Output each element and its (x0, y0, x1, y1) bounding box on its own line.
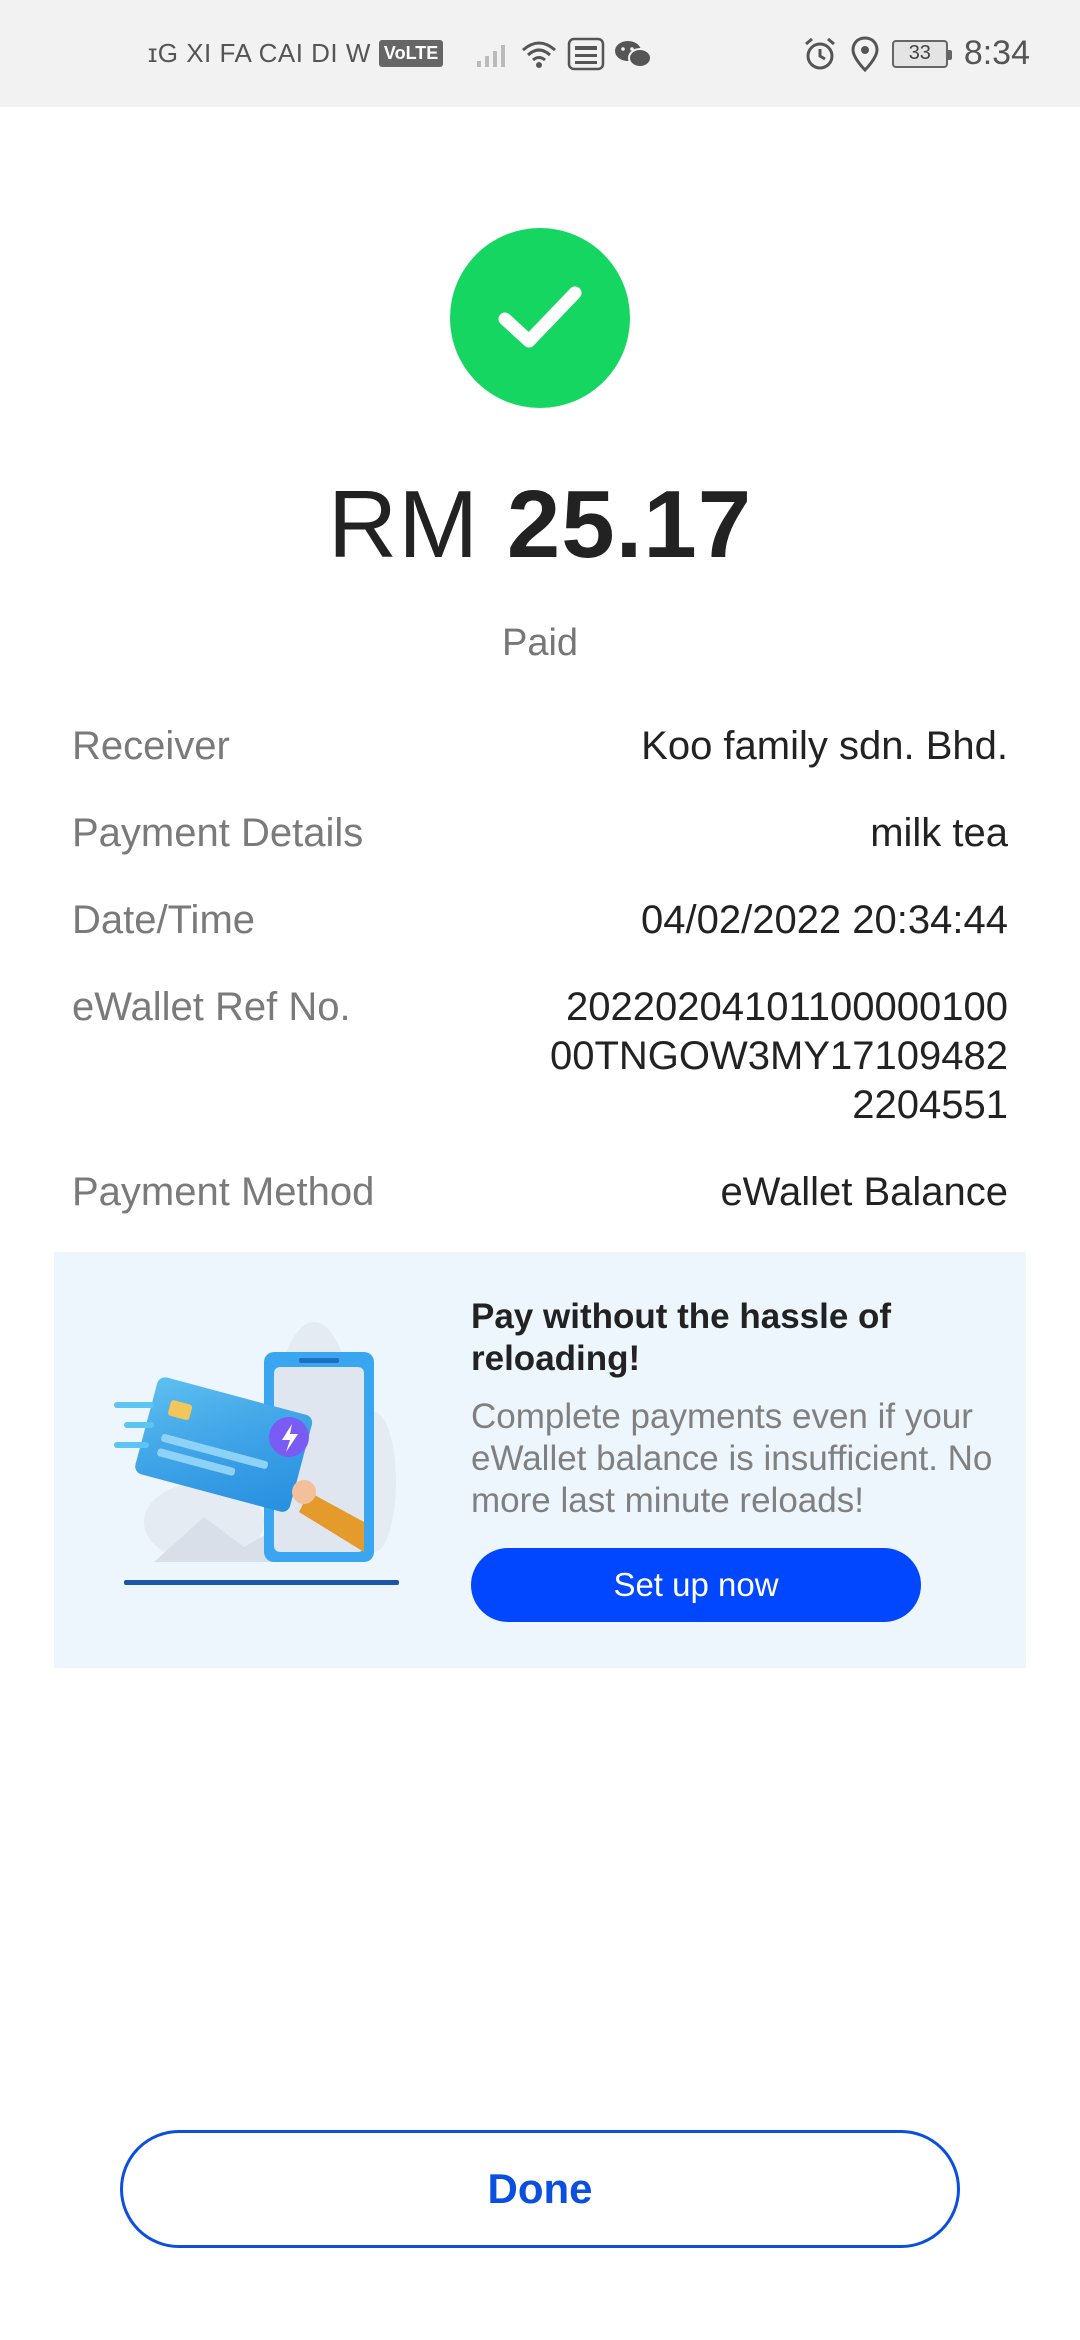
promo-title: Pay without the hassle of reloading! (471, 1297, 892, 1378)
clock-time: 8:34 (963, 34, 1030, 72)
amount-value: 25.17 (506, 471, 753, 578)
payment-status: Paid (501, 622, 579, 664)
detail-label: Date/Time (72, 898, 256, 942)
detail-label: Receiver (72, 724, 230, 768)
detail-label: Payment Details (72, 811, 364, 855)
wechat-icon (613, 38, 653, 70)
wifi-icon (519, 38, 559, 70)
ref-number-value: 20220204101100000100 00TNGOW3MY171094822… (549, 985, 1008, 1127)
battery-icon: 33 (891, 39, 952, 68)
detail-label: eWallet Ref No. (72, 985, 351, 1029)
promo-banner: Pay without the hassle of reloading! Com… (54, 1252, 1026, 1668)
detail-value: eWallet Balance (720, 1170, 1008, 1214)
status-bar: ɪG XI FA CAI DI W VoLTE 33 8:34 (0, 0, 1080, 107)
done-button[interactable]: Done (120, 2130, 960, 2248)
status-ticker: ɪG XI FA CAI DI W (148, 38, 371, 68)
volte-badge: VoLTE (378, 40, 444, 67)
detail-row-ref-no: eWallet Ref No. 20220204101100000100 00T… (72, 983, 1008, 1130)
status-left: ɪG XI FA CAI DI W VoLTE (148, 0, 653, 107)
success-check-icon (450, 228, 630, 408)
alarm-icon (802, 36, 838, 72)
detail-value: Koo family sdn. Bhd. (641, 724, 1008, 768)
detail-row-payment-details: Payment Details milk tea (72, 809, 1008, 858)
detail-value: milk tea (870, 811, 1008, 855)
detail-value: 04/02/2022 20:34:44 (640, 898, 1008, 942)
location-icon (850, 35, 880, 72)
status-right: 33 8:34 (802, 0, 1030, 107)
check-icon (498, 286, 582, 348)
set-up-now-button[interactable]: Set up now (471, 1548, 921, 1622)
payment-amount: RM 25.17 (0, 470, 1080, 580)
signal-icon (475, 39, 511, 69)
detail-row-payment-method: Payment Method eWallet Balance (72, 1168, 1008, 1217)
detail-label: Payment Method (72, 1170, 375, 1214)
touch-n-go-icon (567, 37, 605, 71)
detail-row-datetime: Date/Time 04/02/2022 20:34:44 (72, 896, 1008, 945)
promo-description: Complete payments even if your eWallet b… (471, 1397, 993, 1520)
card-phone-illustration-icon (114, 1312, 434, 1617)
detail-row-receiver: Receiver Koo family sdn. Bhd. (72, 722, 1008, 771)
amount-currency: RM (327, 471, 480, 578)
